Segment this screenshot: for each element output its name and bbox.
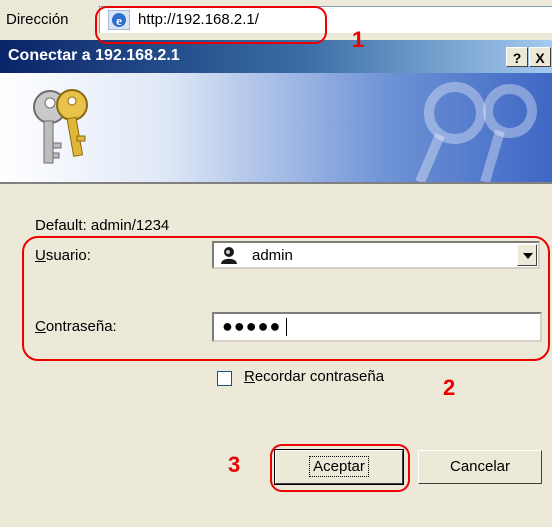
annotation-outline-url	[95, 6, 327, 44]
address-label: Dirección	[6, 11, 69, 28]
remember-password-checkbox[interactable]	[217, 371, 232, 386]
annotation-outline-accept	[270, 444, 410, 492]
keys-watermark-icon	[415, 82, 537, 182]
remember-label-text: ecordar contraseña	[254, 368, 385, 385]
dialog-title-bar: Conectar a 192.168.2.1	[0, 40, 552, 73]
annotation-step-1: 1	[352, 27, 365, 52]
close-button[interactable]: X	[529, 47, 551, 67]
annotation-step-2: 2	[443, 375, 456, 400]
cancel-button[interactable]: Cancelar	[418, 450, 542, 484]
remember-label-accesskey: R	[244, 368, 255, 385]
annotation-outline-credentials	[22, 236, 550, 361]
keys-icon	[33, 89, 88, 164]
dialog-banner	[0, 73, 552, 182]
dialog-title: Conectar a 192.168.2.1	[8, 47, 180, 64]
help-button[interactable]: ?	[506, 47, 528, 67]
annotation-step-3: 3	[228, 452, 241, 477]
remember-password-label[interactable]: Recordar contraseña	[244, 368, 384, 385]
default-credentials-hint: Default: admin/1234	[35, 217, 170, 234]
